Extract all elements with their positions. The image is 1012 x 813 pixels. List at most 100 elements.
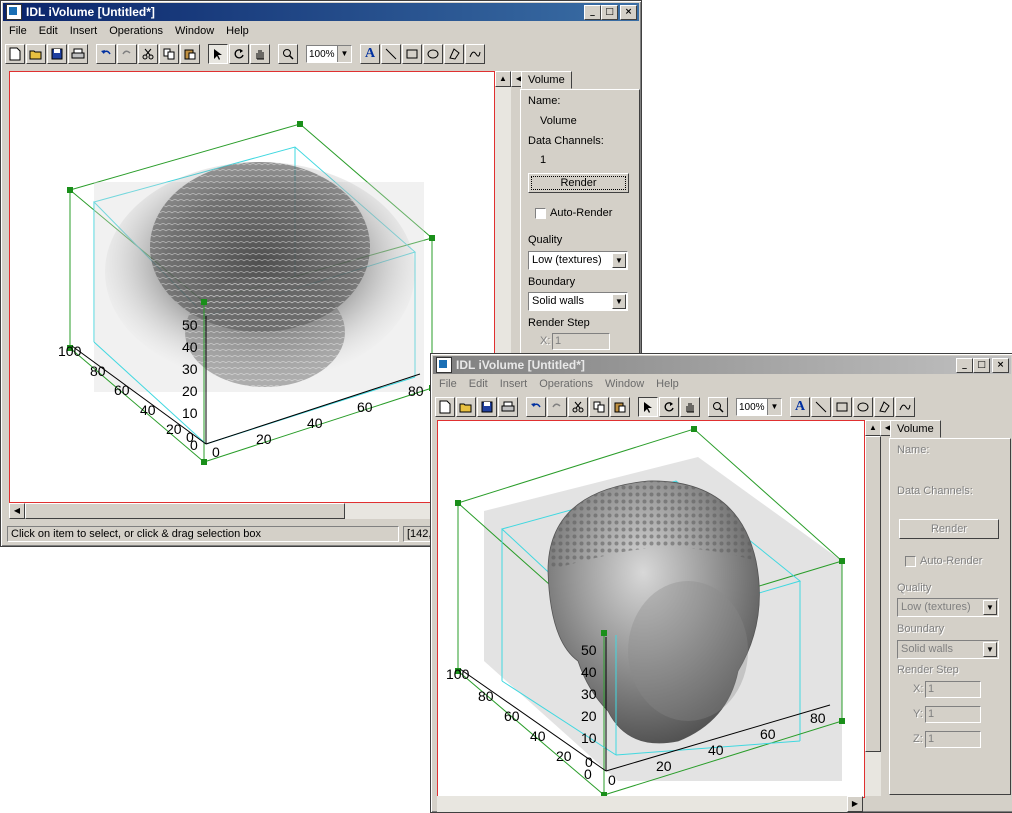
polygon-tool-icon[interactable] — [874, 397, 894, 417]
boundary-select[interactable]: Solid walls ▼ — [528, 292, 628, 311]
cube-node[interactable] — [67, 187, 73, 193]
maximize-button[interactable]: □ — [973, 358, 990, 373]
save-icon[interactable] — [47, 44, 67, 64]
auto-render-checkbox[interactable] — [535, 208, 546, 219]
menu-edit[interactable]: Edit — [463, 378, 494, 390]
paste-icon[interactable] — [610, 397, 630, 417]
menu-window[interactable]: Window — [599, 378, 650, 390]
rotate-icon[interactable] — [659, 397, 679, 417]
render-step-z-field[interactable]: 1 — [925, 731, 981, 748]
new-file-icon[interactable] — [435, 397, 455, 417]
quality-select[interactable]: Low (textures) ▼ — [897, 598, 999, 617]
paste-icon[interactable] — [180, 44, 200, 64]
oval-tool-icon[interactable] — [853, 397, 873, 417]
tab-volume[interactable]: Volume — [890, 420, 941, 438]
select-arrow-icon[interactable] — [638, 397, 658, 417]
quality-select[interactable]: Low (textures) ▼ — [528, 251, 628, 270]
menu-edit[interactable]: Edit — [33, 25, 64, 37]
auto-render-checkbox[interactable] — [905, 556, 916, 567]
copy-icon[interactable] — [159, 44, 179, 64]
menu-operations[interactable]: Operations — [103, 25, 169, 37]
redo-icon[interactable] — [117, 44, 137, 64]
menu-operations[interactable]: Operations — [533, 378, 599, 390]
scroll-up-icon[interactable]: ▲ — [495, 71, 511, 87]
save-icon[interactable] — [477, 397, 497, 417]
cut-icon[interactable] — [568, 397, 588, 417]
vertical-scrollbar[interactable]: ▲ — [865, 420, 881, 796]
menu-help[interactable]: Help — [220, 25, 255, 37]
maximize-button[interactable]: □ — [601, 5, 618, 20]
undo-icon[interactable] — [526, 397, 546, 417]
print-icon[interactable] — [498, 397, 518, 417]
line-tool-icon[interactable] — [381, 44, 401, 64]
cube-node[interactable] — [691, 426, 697, 432]
open-folder-icon[interactable] — [26, 44, 46, 64]
open-folder-icon[interactable] — [456, 397, 476, 417]
cube-node[interactable] — [601, 630, 607, 636]
chevron-down-icon[interactable]: ▼ — [983, 642, 997, 657]
chevron-down-icon[interactable]: ▼ — [337, 46, 351, 62]
cube-node[interactable] — [201, 459, 207, 465]
zoom-select[interactable]: 100% ▼ — [736, 398, 782, 416]
cube-node[interactable] — [201, 299, 207, 305]
chevron-down-icon[interactable]: ▼ — [767, 399, 781, 415]
render-step-x-field[interactable]: 1 — [925, 681, 981, 698]
close-button[interactable]: × — [992, 358, 1009, 373]
volume-canvas[interactable]: 0 20 40 60 80 100 80 60 40 20 0 50 40 30… — [437, 420, 865, 798]
title-bar[interactable]: IDL iVolume [Untitled*] _ □ × — [433, 356, 1011, 374]
minimize-button[interactable]: _ — [956, 358, 973, 373]
render-step-x-field[interactable]: 1 — [552, 333, 610, 350]
menu-insert[interactable]: Insert — [494, 378, 534, 390]
cube-node[interactable] — [429, 235, 435, 241]
minimize-button[interactable]: _ — [584, 5, 601, 20]
polygon-tool-icon[interactable] — [444, 44, 464, 64]
line-tool-icon[interactable] — [811, 397, 831, 417]
zoom-magnifier-icon[interactable] — [278, 44, 298, 64]
menu-window[interactable]: Window — [169, 25, 220, 37]
title-bar[interactable]: IDL iVolume [Untitled*] _ □ × — [3, 3, 639, 21]
tab-volume[interactable]: Volume — [521, 71, 572, 89]
chevron-down-icon[interactable]: ▼ — [983, 600, 997, 615]
rotate-icon[interactable] — [229, 44, 249, 64]
cube-node[interactable] — [297, 121, 303, 127]
select-arrow-icon[interactable] — [208, 44, 228, 64]
scroll-left-icon[interactable]: ◀ — [9, 503, 25, 519]
scroll-thumb[interactable] — [865, 436, 881, 752]
render-button[interactable]: Render — [528, 173, 629, 193]
horizontal-scrollbar[interactable]: ▶ — [437, 796, 863, 812]
render-button[interactable]: Render — [899, 519, 999, 539]
scroll-thumb[interactable] — [25, 503, 345, 519]
chevron-down-icon[interactable]: ▼ — [612, 253, 626, 268]
new-file-icon[interactable] — [5, 44, 25, 64]
scroll-right-icon[interactable]: ▶ — [847, 796, 863, 812]
volume-canvas[interactable]: 0 20 40 60 80 100 80 60 40 20 0 50 40 30… — [9, 71, 495, 503]
print-icon[interactable] — [68, 44, 88, 64]
oval-tool-icon[interactable] — [423, 44, 443, 64]
menu-help[interactable]: Help — [650, 378, 685, 390]
menu-insert[interactable]: Insert — [64, 25, 104, 37]
freehand-tool-icon[interactable] — [895, 397, 915, 417]
zoom-select[interactable]: 100% ▼ — [306, 45, 352, 63]
horizontal-scrollbar[interactable]: ◀ — [9, 503, 493, 519]
pan-hand-icon[interactable] — [680, 397, 700, 417]
rectangle-tool-icon[interactable] — [402, 44, 422, 64]
boundary-select[interactable]: Solid walls ▼ — [897, 640, 999, 659]
text-tool-icon[interactable]: A — [360, 44, 380, 64]
redo-icon[interactable] — [547, 397, 567, 417]
undo-icon[interactable] — [96, 44, 116, 64]
rectangle-tool-icon[interactable] — [832, 397, 852, 417]
freehand-tool-icon[interactable] — [465, 44, 485, 64]
pan-hand-icon[interactable] — [250, 44, 270, 64]
close-button[interactable]: × — [620, 5, 637, 20]
cube-node[interactable] — [455, 500, 461, 506]
zoom-magnifier-icon[interactable] — [708, 397, 728, 417]
chevron-down-icon[interactable]: ▼ — [612, 294, 626, 309]
cut-icon[interactable] — [138, 44, 158, 64]
menu-file[interactable]: File — [3, 25, 33, 37]
text-tool-icon[interactable]: A — [790, 397, 810, 417]
menu-file[interactable]: File — [433, 378, 463, 390]
copy-icon[interactable] — [589, 397, 609, 417]
cube-node[interactable] — [839, 558, 845, 564]
cube-node[interactable] — [839, 718, 845, 724]
render-step-y-field[interactable]: 1 — [925, 706, 981, 723]
